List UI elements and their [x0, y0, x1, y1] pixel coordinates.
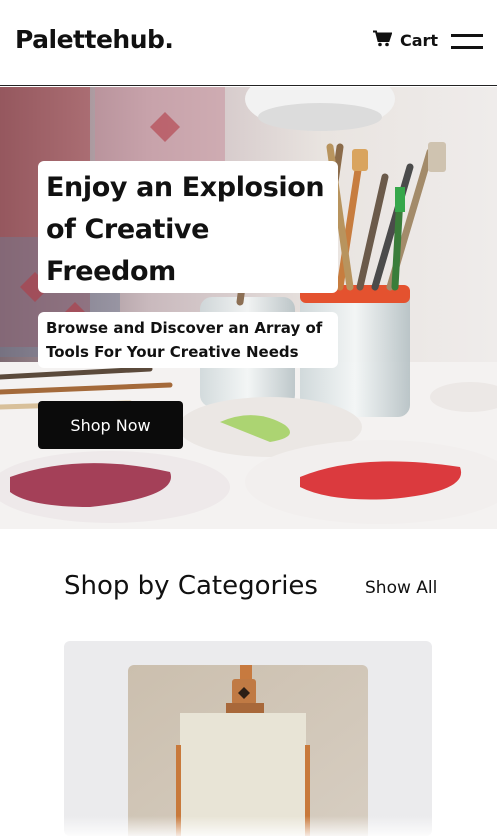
shopping-cart-icon [373, 30, 393, 51]
site-logo[interactable]: Palettehub. [15, 25, 174, 54]
hero-title: Enjoy an Explosion of Creative Freedom [46, 172, 325, 287]
site-header: Palettehub. Cart [0, 0, 497, 86]
shop-now-button[interactable]: Shop Now [38, 401, 183, 449]
hero-title-box: Enjoy an Explosion of Creative Freedom [38, 161, 338, 293]
hamburger-menu-icon[interactable] [451, 32, 483, 50]
hero-banner: Enjoy an Explosion of Creative Freedom B… [0, 87, 497, 529]
hero-image [0, 87, 497, 529]
category-card[interactable] [64, 641, 432, 836]
hero-subtitle-box: Browse and Discover an Array of Tools Fo… [38, 312, 338, 368]
category-image [128, 665, 368, 836]
show-all-link[interactable]: Show All [365, 578, 437, 598]
cart-label: Cart [400, 31, 439, 50]
hero-subtitle: Browse and Discover an Array of Tools Fo… [46, 319, 323, 361]
categories-heading: Shop by Categories [64, 571, 318, 601]
cart-button[interactable]: Cart [373, 30, 438, 51]
